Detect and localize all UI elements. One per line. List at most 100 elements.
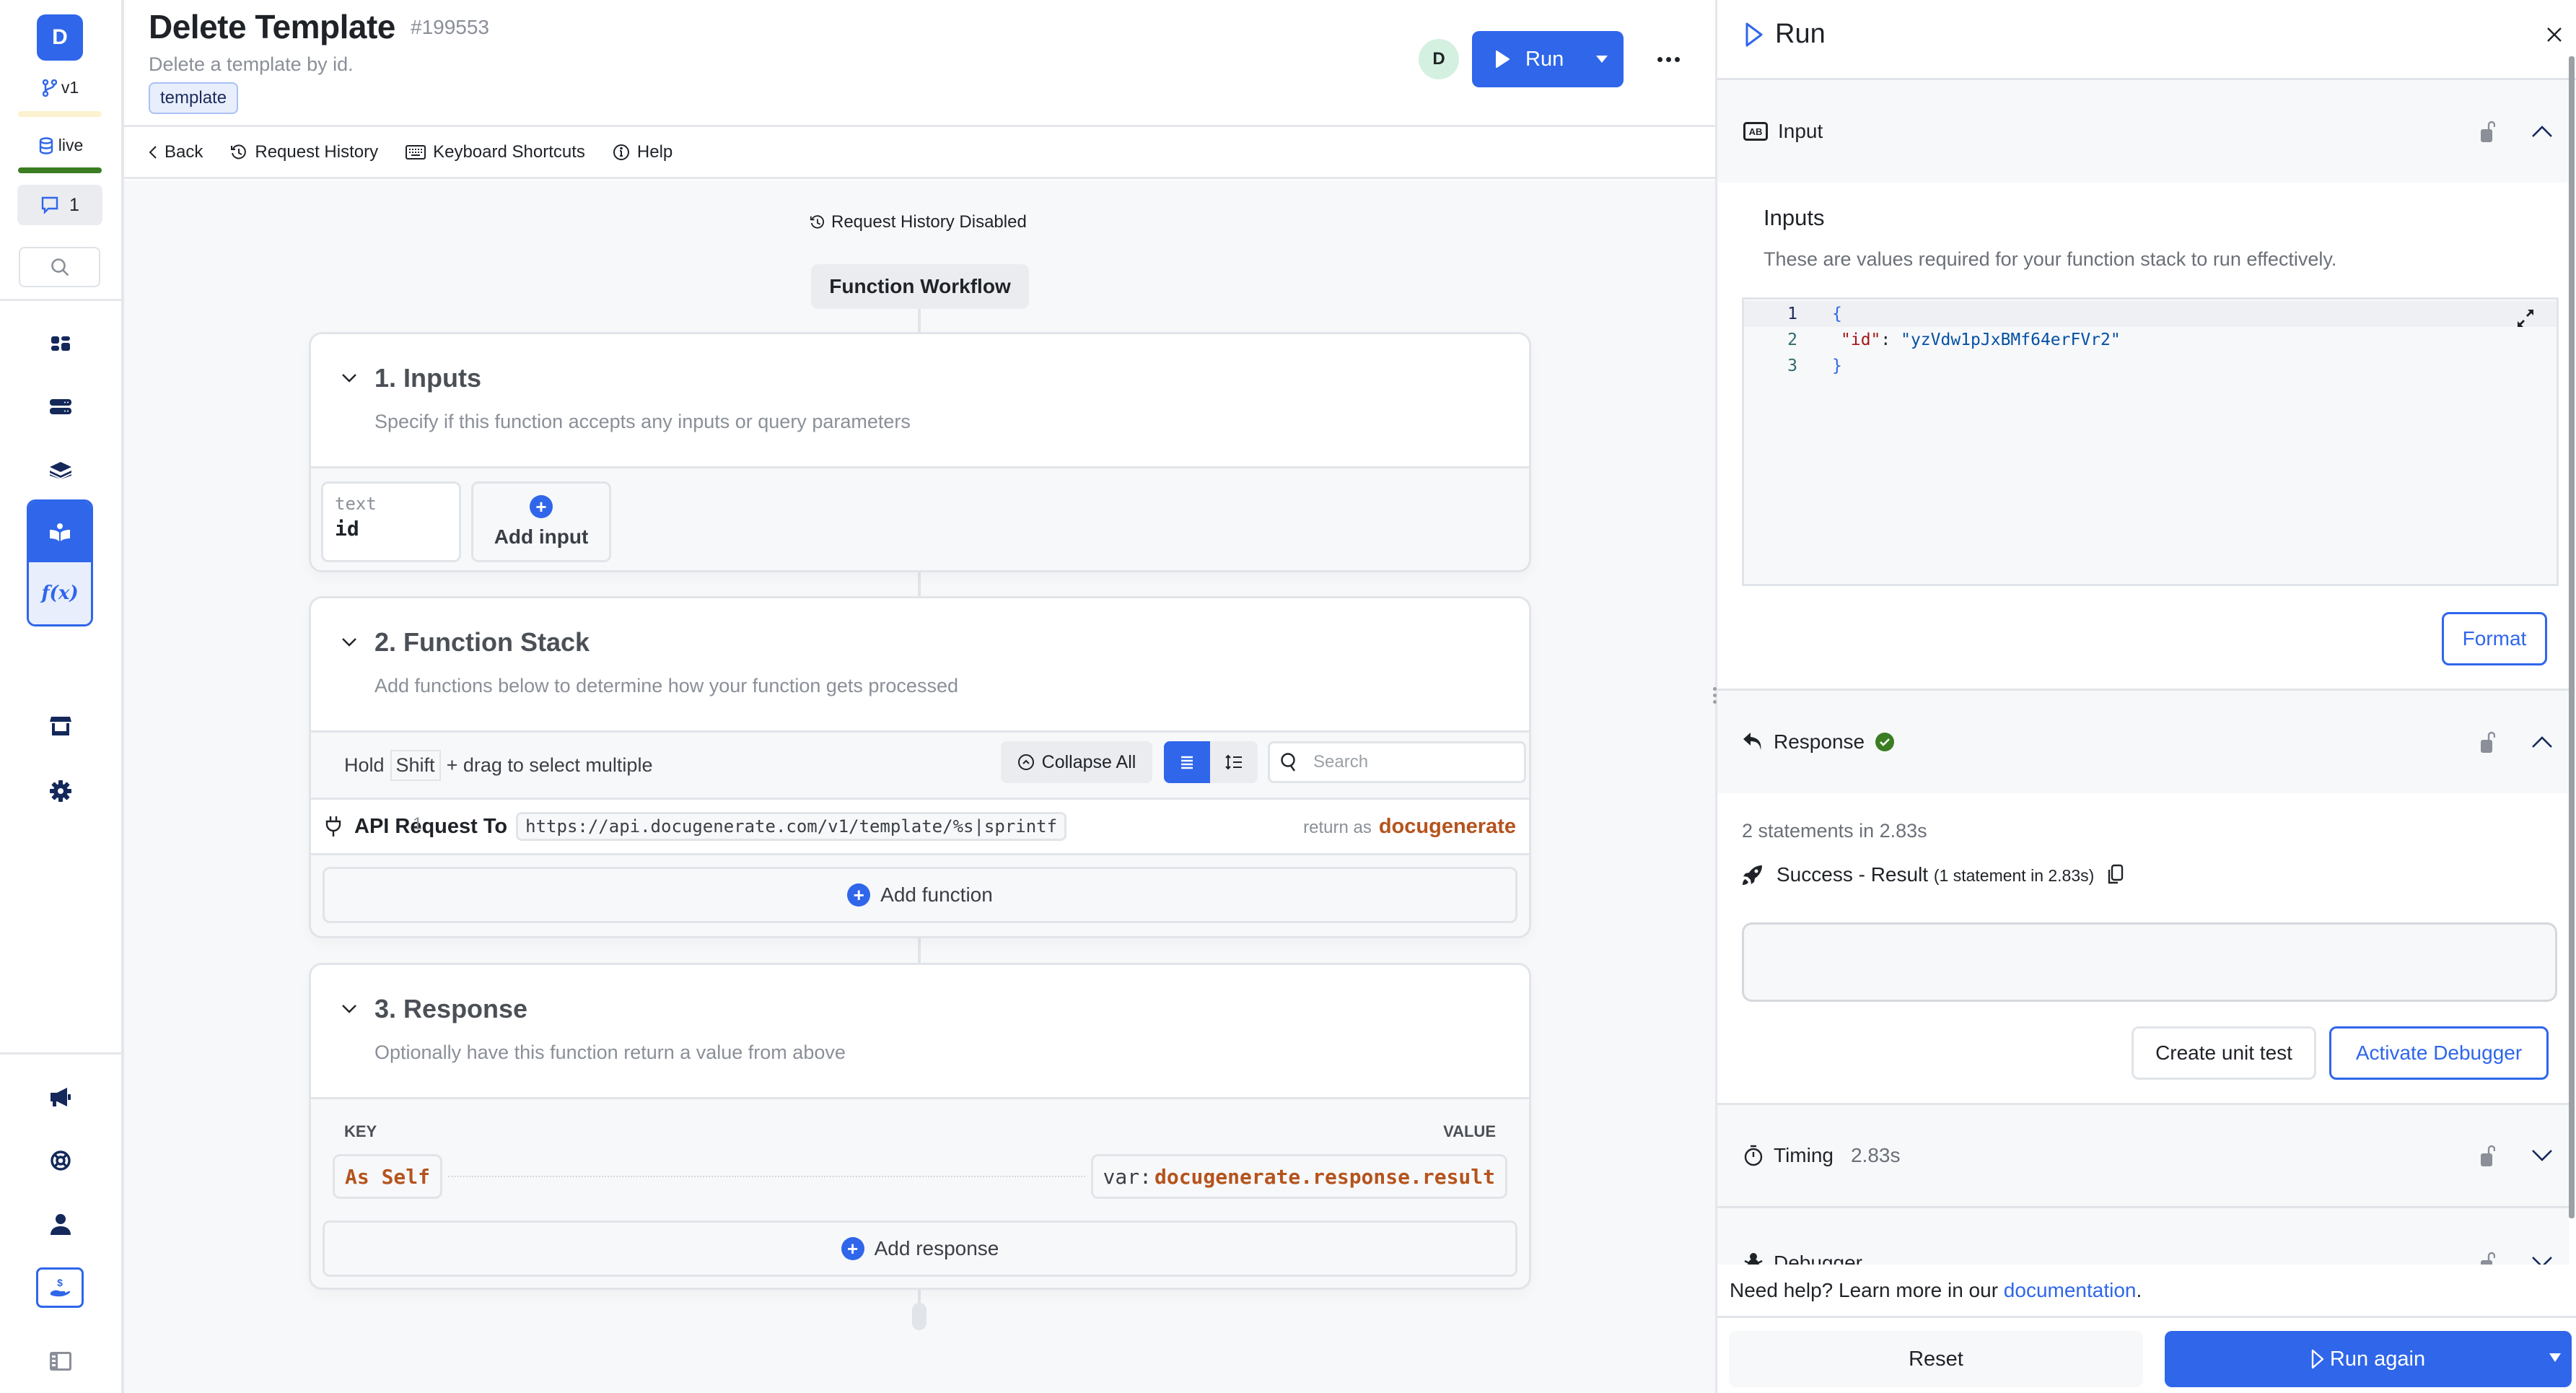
- search-placeholder: Search: [1313, 752, 1369, 772]
- sidebar-item-library[interactable]: [29, 502, 91, 562]
- sidebar-item-settings[interactable]: [40, 771, 81, 811]
- resize-handle[interactable]: [1713, 687, 1717, 704]
- collapse-all-button[interactable]: Collapse All: [1001, 741, 1152, 783]
- result-output[interactable]: [1742, 922, 2557, 1002]
- copy-icon[interactable]: [2107, 864, 2124, 886]
- view-compact-button[interactable]: [1164, 741, 1210, 783]
- response-key[interactable]: As Self: [333, 1154, 443, 1199]
- chevron-up-icon[interactable]: [2531, 125, 2553, 138]
- caret-down-icon[interactable]: [2549, 1353, 2562, 1363]
- reset-button[interactable]: Reset: [1729, 1331, 2143, 1387]
- hint-prefix: Hold: [344, 754, 385, 776]
- branch-label: v1: [61, 78, 79, 97]
- sidebar-collapse-toggle[interactable]: [40, 1341, 81, 1381]
- debugger-section-title: Debugger: [1743, 1252, 1862, 1265]
- add-response-button[interactable]: + Add response: [323, 1220, 1517, 1277]
- step-label: API Request To: [354, 814, 508, 838]
- chevron-down-icon[interactable]: [2531, 1256, 2553, 1265]
- result-label-text: Success - Result: [1777, 863, 1929, 886]
- function-search-input[interactable]: Search: [1268, 741, 1526, 783]
- run-again-label: Run again: [2329, 1347, 2426, 1371]
- chevron-up-icon[interactable]: [2531, 735, 2553, 748]
- inputs-section-header[interactable]: 1. Inputs Specify if this function accep…: [311, 334, 1529, 468]
- chevron-down-icon[interactable]: [341, 1004, 357, 1014]
- unlock-icon[interactable]: [2481, 731, 2495, 753]
- view-expanded-button[interactable]: [1210, 741, 1258, 783]
- response-section-header[interactable]: Response: [1717, 691, 2569, 793]
- more-options-button[interactable]: [1647, 43, 1690, 75]
- keyboard-icon: [406, 144, 426, 160]
- bug-icon: [1744, 1253, 1763, 1265]
- run-panel-scrollbar[interactable]: [2569, 56, 2575, 1218]
- response-section: 3. Response Optionally have this functio…: [309, 963, 1531, 1290]
- activate-debugger-button[interactable]: Activate Debugger: [2329, 1026, 2549, 1080]
- help-button[interactable]: Help: [613, 142, 673, 162]
- chevron-down-icon[interactable]: [2531, 1149, 2553, 1162]
- create-unit-test-button[interactable]: Create unit test: [2132, 1026, 2316, 1080]
- chevron-down-icon[interactable]: [341, 373, 357, 383]
- input-json-editor[interactable]: 1 { 2 "id": "yzVdw1pJxBMf64erFVr2" 3 }: [1742, 297, 2559, 586]
- sidebar-item-database[interactable]: [40, 387, 81, 427]
- function-stack-section: 2. Function Stack Add functions below to…: [309, 596, 1531, 938]
- user-avatar[interactable]: D: [1419, 39, 1459, 79]
- format-button[interactable]: Format: [2442, 612, 2547, 665]
- unlock-icon[interactable]: [2481, 1252, 2495, 1265]
- response-section-header[interactable]: 3. Response Optionally have this functio…: [311, 965, 1529, 1099]
- response-value[interactable]: var: docugenerate.response.result: [1090, 1154, 1507, 1199]
- debugger-section-header[interactable]: Debugger: [1717, 1208, 2569, 1265]
- branch-selector[interactable]: v1: [0, 78, 121, 97]
- chevron-down-icon[interactable]: [341, 637, 357, 647]
- documentation-link[interactable]: documentation: [2004, 1279, 2137, 1302]
- run-again-button[interactable]: Run again: [2165, 1331, 2572, 1387]
- caret-down-icon: [1596, 56, 1608, 63]
- unlock-icon[interactable]: [2481, 121, 2495, 142]
- function-stack-title: 2. Function Stack: [374, 627, 590, 657]
- close-run-panel-button[interactable]: [2546, 22, 2563, 50]
- return-variable[interactable]: docugenerate: [1379, 815, 1516, 839]
- function-stack-header[interactable]: 2. Function Stack Add functions below to…: [311, 598, 1529, 733]
- unlock-icon[interactable]: [2481, 1145, 2495, 1166]
- response-section-controls: [2481, 731, 2553, 753]
- back-button[interactable]: Back: [149, 142, 203, 162]
- plug-icon: [325, 816, 341, 837]
- sidebar-item-library-active[interactable]: f(x): [27, 499, 93, 626]
- input-item[interactable]: text id: [321, 481, 461, 562]
- secondary-toolbar: Back Request History Keyboard Shortcuts …: [124, 127, 1715, 179]
- sidebar-search-button[interactable]: [19, 247, 100, 287]
- add-input-button[interactable]: + Add input: [471, 481, 611, 562]
- settings-icon: [50, 780, 71, 802]
- line-height-icon: [1225, 754, 1242, 770]
- run-options-dropdown[interactable]: [1580, 55, 1624, 64]
- result-detail: (1 statement in 2.83s): [1933, 866, 2095, 885]
- sidebar-item-billing[interactable]: $: [36, 1267, 84, 1308]
- sidebar-item-marketplace[interactable]: [40, 706, 81, 746]
- inputs-heading: Inputs: [1764, 205, 1825, 230]
- input-section-header[interactable]: AB Input: [1717, 80, 2569, 183]
- shift-key-hint: Shift: [390, 749, 441, 781]
- function-step[interactable]: API Request To https://api.docugenerate.…: [311, 798, 1529, 855]
- step-url[interactable]: https://api.docugenerate.com/v1/template…: [516, 812, 1067, 841]
- sidebar-item-dashboard[interactable]: [40, 323, 81, 364]
- add-function-button[interactable]: + Add function: [323, 867, 1517, 923]
- sidebar-item-functions[interactable]: f(x): [29, 562, 91, 624]
- workflow-end-node: [912, 1303, 926, 1330]
- timing-section-header[interactable]: Timing 2.83s: [1717, 1105, 2569, 1206]
- code-line: 1 {: [1744, 301, 2557, 327]
- sidebar-item-account[interactable]: [40, 1204, 81, 1244]
- datasource-selector[interactable]: live: [0, 136, 121, 155]
- run-button[interactable]: Run: [1472, 31, 1624, 87]
- expand-editor-button[interactable]: [2518, 310, 2533, 330]
- request-history-button[interactable]: Request History: [230, 142, 378, 162]
- sidebar-item-layers[interactable]: [40, 450, 81, 491]
- timing-value: 2.83s: [1850, 1144, 1901, 1166]
- sidebar-item-support[interactable]: [40, 1140, 81, 1181]
- sidebar-item-announcements[interactable]: [40, 1077, 81, 1117]
- tag-badge[interactable]: template: [149, 82, 239, 114]
- run-button-main[interactable]: Run: [1472, 48, 1580, 71]
- inputs-section: 1. Inputs Specify if this function accep…: [309, 332, 1531, 572]
- workspace-avatar[interactable]: D: [37, 14, 83, 61]
- add-response-label: Add response: [874, 1237, 999, 1259]
- play-outline-icon: [1745, 22, 1763, 46]
- comments-button[interactable]: 1: [17, 185, 102, 225]
- keyboard-shortcuts-button[interactable]: Keyboard Shortcuts: [406, 142, 585, 162]
